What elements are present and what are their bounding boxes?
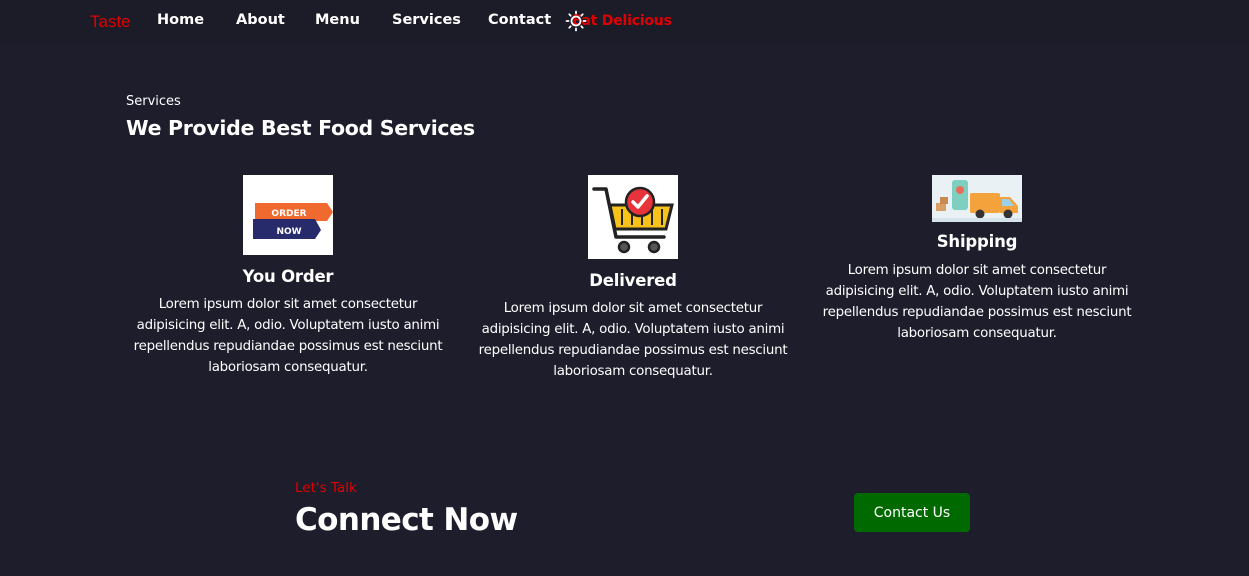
- service-card-shipping: Shipping Lorem ipsum dolor sit amet cons…: [817, 175, 1137, 344]
- card-title: You Order: [242, 267, 334, 286]
- site-logo[interactable]: Taste: [90, 12, 131, 32]
- card-title: Shipping: [936, 232, 1018, 251]
- card-text: Lorem ipsum dolor sit amet consectetur a…: [133, 297, 443, 375]
- service-card-order: ORDER NOW You Order Lorem ipsum dolor si…: [128, 175, 448, 378]
- order-badge-text-bottom: NOW: [276, 227, 301, 237]
- nav-link-menu[interactable]: Menu: [315, 12, 360, 28]
- nav-link-contact[interactable]: Contact: [488, 12, 551, 28]
- services-title: We Provide Best Food Services: [126, 116, 475, 140]
- card-text: Lorem ipsum dolor sit amet consectetur a…: [478, 301, 788, 379]
- card-text: Lorem ipsum dolor sit amet consectetur a…: [822, 263, 1132, 341]
- order-now-image: ORDER NOW: [243, 175, 333, 255]
- nav-link-home[interactable]: Home: [157, 12, 204, 28]
- contact-us-button[interactable]: Contact Us: [854, 493, 970, 532]
- service-card-delivered: Delivered Lorem ipsum dolor sit amet con…: [473, 175, 793, 382]
- contact-title: Connect Now: [295, 502, 518, 538]
- nav-link-services[interactable]: Services: [392, 12, 461, 28]
- shopping-cart-icon: [588, 175, 678, 259]
- nav-link-about[interactable]: About: [236, 12, 285, 28]
- services-eyebrow: Services: [126, 94, 181, 109]
- card-title: Delivered: [589, 271, 677, 290]
- order-badge-text-top: ORDER: [271, 209, 306, 219]
- delivery-truck-icon: [932, 175, 1022, 222]
- navbar: Taste Eat Delicious Home About Menu Serv…: [0, 0, 1249, 44]
- sun-icon[interactable]: [565, 10, 587, 32]
- contact-eyebrow: Let's Talk: [295, 480, 357, 496]
